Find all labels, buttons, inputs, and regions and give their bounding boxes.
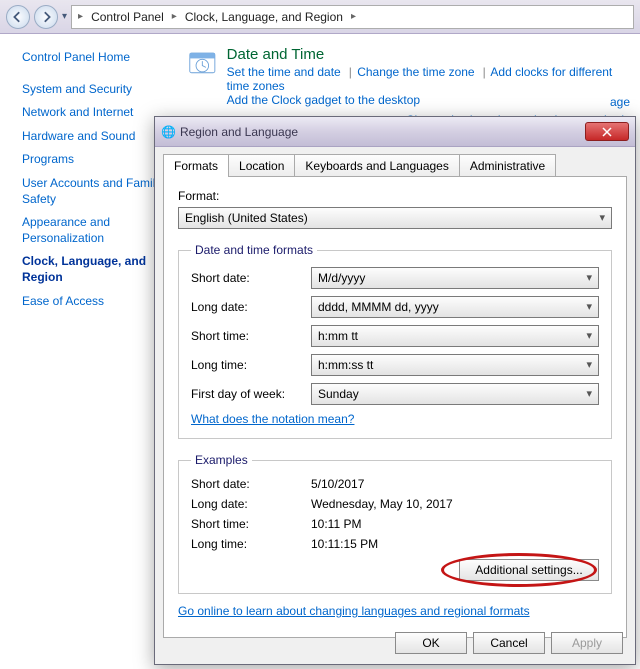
sidebar-item-hardware-sound[interactable]: Hardware and Sound bbox=[22, 129, 170, 145]
label-first-day-of-week: First day of week: bbox=[191, 387, 311, 401]
value-long-time: h:mm:ss tt bbox=[318, 358, 373, 372]
breadcrumb-seg-clock-lang-region[interactable]: Clock, Language, and Region bbox=[181, 8, 347, 26]
combo-long-time[interactable]: h:mm:ss tt bbox=[311, 354, 599, 376]
tab-location[interactable]: Location bbox=[228, 154, 295, 177]
sidebar-item-programs[interactable]: Programs bbox=[22, 152, 170, 168]
ex-label-long-time: Long time: bbox=[191, 537, 311, 551]
breadcrumb-root-icon: ▸ bbox=[76, 11, 85, 22]
breadcrumb-seg-control-panel[interactable]: Control Panel bbox=[87, 8, 168, 26]
dialog-title: Region and Language bbox=[176, 125, 585, 139]
combo-short-time[interactable]: h:mm tt bbox=[311, 325, 599, 347]
clock-icon bbox=[188, 46, 217, 78]
bg-link-age[interactable]: age bbox=[610, 95, 630, 109]
format-combo[interactable]: English (United States) bbox=[178, 207, 612, 229]
combo-long-date[interactable]: dddd, MMMM dd, yyyy bbox=[311, 296, 599, 318]
ex-short-date: 5/10/2017 bbox=[311, 477, 364, 491]
ex-label-long-date: Long date: bbox=[191, 497, 311, 511]
tab-strip: Formats Location Keyboards and Languages… bbox=[155, 147, 635, 176]
additional-settings-button[interactable]: Additional settings... bbox=[459, 559, 599, 581]
tab-administrative[interactable]: Administrative bbox=[459, 154, 556, 177]
cancel-button[interactable]: Cancel bbox=[473, 632, 545, 654]
link-change-time-zone[interactable]: Change the time zone bbox=[357, 65, 474, 79]
ex-long-time: 10:11:15 PM bbox=[311, 537, 378, 551]
format-value: English (United States) bbox=[185, 211, 308, 225]
region-language-dialog: 🌐 Region and Language Formats Location K… bbox=[154, 116, 636, 665]
close-button[interactable] bbox=[585, 122, 629, 141]
group-legend-examples: Examples bbox=[191, 453, 252, 467]
format-label: Format: bbox=[178, 189, 612, 203]
chevron-right-icon: ▸ bbox=[170, 11, 179, 22]
ex-label-short-time: Short time: bbox=[191, 517, 311, 531]
globe-icon: 🌐 bbox=[161, 125, 176, 139]
value-short-date: M/d/yyyy bbox=[318, 271, 365, 285]
sidebar-item-network[interactable]: Network and Internet bbox=[22, 105, 170, 121]
dialog-titlebar[interactable]: 🌐 Region and Language bbox=[155, 117, 635, 147]
label-short-date: Short date: bbox=[191, 271, 311, 285]
apply-button[interactable]: Apply bbox=[551, 632, 623, 654]
sidebar-item-user-accounts[interactable]: User Accounts and Family Safety bbox=[22, 176, 170, 207]
link-go-online[interactable]: Go online to learn about changing langua… bbox=[178, 604, 530, 618]
sidebar-item-system-security[interactable]: System and Security bbox=[22, 82, 170, 98]
dialog-button-row: OK Cancel Apply bbox=[395, 632, 623, 654]
combo-first-day-of-week[interactable]: Sunday bbox=[311, 383, 599, 405]
chevron-right-icon: ▸ bbox=[349, 11, 358, 22]
ok-button[interactable]: OK bbox=[395, 632, 467, 654]
chevron-down-icon[interactable]: ▾ bbox=[62, 11, 67, 22]
tab-body: Format: English (United States) Date and… bbox=[163, 176, 627, 638]
ex-label-short-date: Short date: bbox=[191, 477, 311, 491]
sidebar-item-ease-of-access[interactable]: Ease of Access bbox=[22, 294, 170, 310]
sidebar-home[interactable]: Control Panel Home bbox=[22, 50, 170, 66]
ex-short-time: 10:11 PM bbox=[311, 517, 361, 531]
tab-keyboards-languages[interactable]: Keyboards and Languages bbox=[294, 154, 459, 177]
label-long-time: Long time: bbox=[191, 358, 311, 372]
link-notation-help[interactable]: What does the notation mean? bbox=[191, 412, 354, 426]
sidebar-item-clock-language[interactable]: Clock, Language, and Region bbox=[22, 254, 170, 285]
label-long-date: Long date: bbox=[191, 300, 311, 314]
sidebar-item-appearance[interactable]: Appearance and Personalization bbox=[22, 215, 170, 246]
back-button[interactable] bbox=[6, 5, 30, 29]
value-long-date: dddd, MMMM dd, yyyy bbox=[318, 300, 439, 314]
group-examples: Examples Short date:5/10/2017 Long date:… bbox=[178, 453, 612, 594]
forward-button[interactable] bbox=[34, 5, 58, 29]
control-panel-sidebar: Control Panel Home System and Security N… bbox=[0, 34, 180, 669]
tab-formats[interactable]: Formats bbox=[163, 154, 229, 177]
label-short-time: Short time: bbox=[191, 329, 311, 343]
breadcrumb[interactable]: ▸ Control Panel ▸ Clock, Language, and R… bbox=[71, 5, 634, 29]
link-add-clock-gadget[interactable]: Add the Clock gadget to the desktop bbox=[227, 93, 420, 107]
combo-short-date[interactable]: M/d/yyyy bbox=[311, 267, 599, 289]
section-title-date-time: Date and Time bbox=[227, 46, 632, 63]
value-short-time: h:mm tt bbox=[318, 329, 358, 343]
group-legend-formats: Date and time formats bbox=[191, 243, 317, 257]
ex-long-date: Wednesday, May 10, 2017 bbox=[311, 497, 453, 511]
group-date-time-formats: Date and time formats Short date: M/d/yyy… bbox=[178, 243, 612, 439]
explorer-toolbar: ▾ ▸ Control Panel ▸ Clock, Language, and… bbox=[0, 0, 640, 34]
value-first-day-of-week: Sunday bbox=[318, 387, 359, 401]
link-set-time-date[interactable]: Set the time and date bbox=[227, 65, 341, 79]
